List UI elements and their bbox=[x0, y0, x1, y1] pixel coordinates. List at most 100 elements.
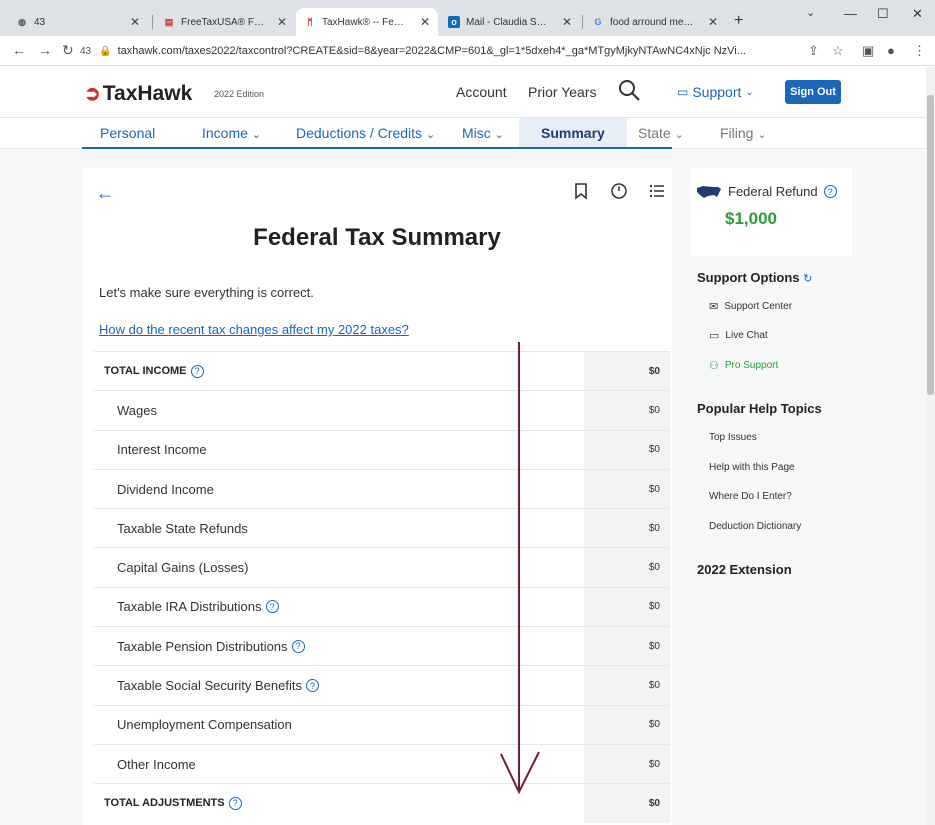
row-amount: $0 bbox=[648, 483, 660, 495]
hawk-logo-icon: ➲ bbox=[84, 83, 101, 105]
nav-state[interactable]: State ⌄ bbox=[638, 125, 684, 141]
support-center-link[interactable]: ✉ Support Center bbox=[709, 300, 792, 313]
top-issues-link[interactable]: Top Issues bbox=[709, 432, 757, 443]
scrollbar-thumb[interactable] bbox=[927, 95, 934, 395]
back-arrow-icon[interactable]: ← bbox=[96, 183, 114, 204]
pro-support-link[interactable]: ⚇ Pro Support bbox=[709, 359, 778, 372]
close-window-button[interactable]: ✕ bbox=[912, 6, 923, 22]
help-page-link[interactable]: Help with this Page bbox=[709, 462, 795, 473]
row-amount: $0 bbox=[648, 797, 660, 809]
nav-deductions-credits[interactable]: Deductions / Credits ⌄ bbox=[296, 125, 435, 141]
browser-tab-freetaxusa[interactable]: ▤ FreeTaxUSA® FREE Ta ✕ bbox=[155, 8, 295, 36]
support-menu[interactable]: ▭ Support ⌄ bbox=[677, 84, 754, 100]
row-label: Wages bbox=[117, 402, 157, 418]
row-amount: $0 bbox=[648, 522, 660, 534]
browser-tab-google[interactable]: G food arround me - G ✕ bbox=[584, 8, 726, 36]
nav-income[interactable]: Income ⌄ bbox=[202, 125, 261, 141]
row-label: Taxable Social Security Benefits? bbox=[94, 678, 319, 693]
total-row: TOTAL INCOME? $0 bbox=[94, 351, 670, 391]
us-map-icon bbox=[697, 185, 721, 198]
maximize-button[interactable]: ☐ bbox=[877, 6, 889, 22]
close-icon[interactable]: ✕ bbox=[708, 15, 718, 29]
close-icon[interactable]: ✕ bbox=[562, 15, 572, 29]
close-icon[interactable]: ✕ bbox=[420, 15, 430, 29]
refresh-icon[interactable]: ↻ bbox=[803, 273, 812, 285]
scrollbar[interactable] bbox=[926, 67, 935, 825]
popular-help-heading: Popular Help Topics bbox=[697, 401, 822, 416]
outlook-icon: o bbox=[448, 16, 460, 28]
chevron-down-icon[interactable]: ⌄ bbox=[806, 6, 815, 19]
chat-bubble-icon: ▭ bbox=[677, 85, 689, 99]
support-options-heading: Support Options ↻ bbox=[697, 270, 813, 285]
close-icon[interactable]: ✕ bbox=[130, 15, 140, 29]
chevron-down-icon: ⌄ bbox=[745, 86, 754, 98]
table-row: Dividend Income $0 bbox=[94, 468, 670, 509]
nav-personal[interactable]: Personal bbox=[100, 125, 155, 141]
chevron-down-icon: ⌄ bbox=[494, 129, 504, 141]
chevron-down-icon: ⌄ bbox=[674, 129, 684, 141]
browser-tab-mail[interactable]: o Mail - Claudia Sane - ✕ bbox=[440, 8, 580, 36]
help-icon[interactable]: ? bbox=[228, 796, 242, 810]
table-row: Interest Income $0 bbox=[94, 429, 670, 469]
help-icon[interactable]: ? bbox=[291, 639, 305, 653]
browser-tab-group[interactable]: ◍ 43 ✕ bbox=[8, 8, 148, 36]
page-title: Federal Tax Summary bbox=[253, 224, 501, 251]
back-icon[interactable]: ← bbox=[12, 42, 26, 58]
total-row: TOTAL ADJUSTMENTS? $0 bbox=[94, 783, 670, 823]
menu-icon[interactable]: ⋮ bbox=[913, 43, 926, 59]
bookmark-icon[interactable] bbox=[572, 182, 590, 200]
row-label: Capital Gains (Losses) bbox=[117, 560, 249, 576]
star-icon[interactable]: ☆ bbox=[832, 43, 844, 59]
reload-icon[interactable]: ↻ bbox=[62, 42, 74, 59]
extensions-icon[interactable]: ▣ bbox=[862, 43, 874, 59]
tab-label: Mail - Claudia Sane - bbox=[466, 16, 550, 28]
table-row: Capital Gains (Losses) $0 bbox=[94, 547, 670, 587]
chevron-down-icon: ⌄ bbox=[757, 129, 767, 141]
person-icon: ⚇ bbox=[709, 360, 719, 372]
prior-years-link[interactable]: Prior Years bbox=[528, 84, 596, 100]
live-chat-link[interactable]: ▭ Live Chat bbox=[709, 329, 768, 342]
table-row: Taxable Social Security Benefits? $0 bbox=[94, 665, 670, 705]
taxhawk-logo[interactable]: ➲ TaxHawk bbox=[84, 81, 192, 106]
edition-label: 2022 Edition bbox=[214, 89, 265, 99]
forward-icon[interactable]: → bbox=[38, 42, 52, 58]
nav-filing[interactable]: Filing ⌄ bbox=[720, 125, 767, 141]
help-icon[interactable]: ? bbox=[823, 185, 837, 198]
list-icon[interactable] bbox=[648, 182, 666, 200]
table-row: Taxable Pension Distributions? $0 bbox=[94, 626, 670, 666]
where-enter-link[interactable]: Where Do I Enter? bbox=[709, 491, 792, 502]
help-icon[interactable]: ? bbox=[265, 600, 279, 614]
nav-progress-line bbox=[82, 147, 672, 149]
tab-label: food arround me - G bbox=[610, 16, 694, 28]
chevron-down-icon: ⌄ bbox=[251, 129, 262, 141]
row-label: Taxable IRA Distributions? bbox=[94, 599, 279, 614]
refund-amount: $1,000 bbox=[725, 209, 777, 228]
federal-refund-label: Federal Refund ? bbox=[696, 184, 837, 199]
tax-changes-link[interactable]: How do the recent tax changes affect my … bbox=[99, 322, 409, 337]
nav-misc[interactable]: Misc ⌄ bbox=[462, 125, 504, 141]
profile-icon[interactable]: ● bbox=[887, 43, 895, 58]
minimize-button[interactable]: — bbox=[844, 6, 857, 21]
row-amount: $0 bbox=[648, 444, 660, 456]
url-text: taxhawk.com/taxes2022/taxcontrol?CREATE&… bbox=[117, 45, 746, 57]
search-icon[interactable] bbox=[617, 78, 641, 102]
table-row: Taxable IRA Distributions? $0 bbox=[94, 586, 670, 627]
extension-link[interactable]: 2022 Extension bbox=[697, 562, 792, 577]
browser-tab-taxhawk[interactable]: ᛗ TaxHawk® -- Federal ✕ bbox=[296, 8, 438, 36]
nav-summary[interactable]: Summary bbox=[519, 118, 627, 149]
clock-icon[interactable] bbox=[610, 182, 628, 200]
row-label: Taxable State Refunds bbox=[117, 520, 248, 536]
help-icon[interactable]: ? bbox=[190, 364, 204, 378]
account-link[interactable]: Account bbox=[456, 84, 507, 100]
url-field[interactable]: 43 🔒 taxhawk.com/taxes2022/taxcontrol?CR… bbox=[80, 40, 800, 62]
help-icon[interactable]: ? bbox=[305, 679, 319, 693]
sign-out-button[interactable]: Sign Out bbox=[785, 80, 841, 104]
row-label: Dividend Income bbox=[117, 481, 214, 497]
new-tab-button[interactable]: + bbox=[734, 12, 743, 30]
close-icon[interactable]: ✕ bbox=[277, 15, 287, 29]
table-row: Other Income $0 bbox=[94, 743, 670, 784]
lock-icon: 🔒 bbox=[99, 45, 112, 57]
intro-text: Let's make sure everything is correct. bbox=[99, 285, 314, 300]
deduction-dictionary-link[interactable]: Deduction Dictionary bbox=[709, 521, 801, 532]
share-icon[interactable]: ⇪ bbox=[808, 43, 819, 59]
